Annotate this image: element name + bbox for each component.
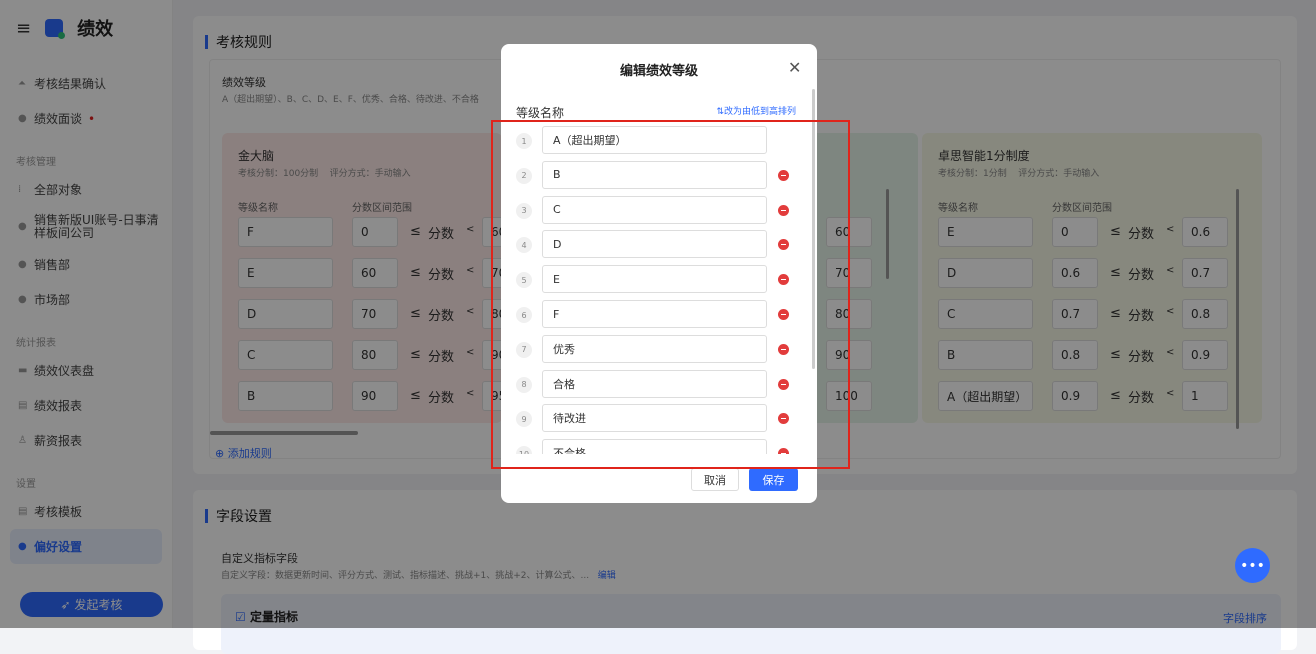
cancel-button[interactable]: 取消: [691, 468, 739, 491]
close-icon[interactable]: ✕: [788, 58, 801, 77]
more-icon: •••: [1240, 557, 1265, 574]
more-fab-button[interactable]: •••: [1235, 548, 1270, 583]
modal-title: 编辑绩效等级: [619, 64, 698, 79]
save-button[interactable]: 保存: [749, 468, 798, 491]
grade-name-label: 等级名称: [516, 106, 565, 120]
highlight-box: [491, 120, 850, 469]
sort-order-link[interactable]: ⇅改为由低到高排列: [716, 104, 796, 117]
